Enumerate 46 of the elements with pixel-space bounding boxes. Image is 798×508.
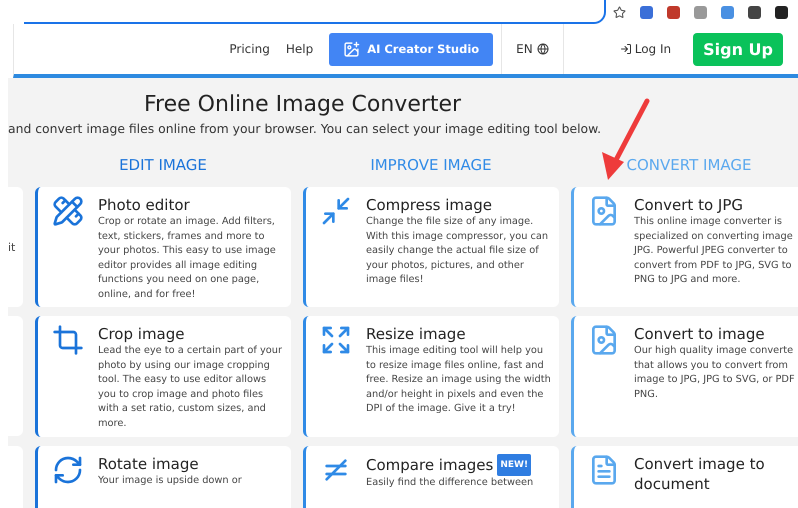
card-description: Your image is upside down or: [98, 474, 242, 488]
card-description: Lead the eye to a certain part of your photo by using our image cropping tool. The easy to use editor allows you to crop image and photo files with a set ratio, custom sizes, and more.: [98, 344, 283, 430]
card-title: Convert image to document: [634, 454, 766, 494]
card-title: Convert to JPG: [634, 195, 743, 215]
card-description: This image editing tool will help you to resize image files online, fast and free. Resize an image using the width and/or height in pixels and even the DPI of the image. Give it a try!: [366, 344, 552, 416]
category-heading[interactable]: EDIT IMAGE: [35, 156, 291, 178]
page-title: Free Online Image Converter: [143, 91, 462, 117]
ai-creator-button[interactable]: AI Creator Studio: [329, 32, 494, 66]
tool-card[interactable]: Crop image Lead the eye to a certain part of your photo by using our image cropping tool. The easy to use editor allows you to crop image and photo files with a set ratio, custom sizes, and more.: [35, 316, 291, 437]
tool-card[interactable]: Convert to image Our high quality image converte that allows you to convert from image to JPG, JPG to SVG, or PDF PNG.: [571, 316, 798, 437]
tool-card[interactable]: Rotate image Your image is upside down or: [35, 446, 291, 508]
tool-card[interactable]: Convert to JPG This online image converter is specialized on converting image JPG. Powerful JPEG converter to convert from PDF to JPG, SVG to PNG to JPG and more.: [571, 187, 798, 307]
card-description: Change the file size of any image. With this image compressor, you can easily change the actual file size of your photos, pictures, and other image files!: [366, 215, 550, 287]
image-plus-icon: [343, 40, 360, 58]
card-description: Crop or rotate an image. Add filters, text, stickers, frames and more to your photos. This easy to use image editor provides all image editing functions you need on one page, online, and for free!: [98, 215, 277, 302]
card-title: Convert to image: [634, 324, 765, 344]
card-title: Rotate image: [98, 454, 199, 474]
tool-card[interactable]: it: [8, 187, 23, 307]
language-selector[interactable]: EN: [501, 24, 564, 74]
tool-card[interactable]: Resize image This image editing tool will help you to resize image files online, fast and free. Resize an image using the width and/or height in pixels and even the DPI of the image. Give it a try!: [303, 316, 559, 437]
rotate-icon: [52, 454, 84, 486]
card-description: Easily find the difference between: [366, 476, 534, 490]
star-icon[interactable]: [613, 6, 626, 18]
page-subtitle: and convert image files online from your browser. You can select your image editing tool below.: [8, 121, 602, 136]
pencil-ruler-icon: [52, 195, 84, 227]
tool-card[interactable]: Compare images NEW! Easily find the difference between: [303, 446, 559, 508]
card-title: Photo editor: [98, 195, 190, 215]
card-description: This online image converter is specialized on converting image JPG. Powerful JPEG converter to convert from PDF to JPG, SVG to PNG to JPG and more.: [634, 215, 794, 287]
card-description: it: [8, 240, 16, 254]
card-title: Crop image: [98, 324, 184, 344]
tool-card[interactable]: Convert image to document: [571, 446, 798, 508]
login-arrow-icon: [620, 43, 632, 55]
new-badge: NEW!: [497, 454, 532, 476]
expand-arrows-icon: [320, 324, 352, 356]
crop-icon: [52, 324, 84, 356]
shrink-arrows-icon: [320, 195, 352, 227]
card-title: Compress image: [366, 195, 492, 215]
login-link[interactable]: Log In: [620, 42, 672, 56]
nav-link[interactable]: Help: [286, 42, 314, 56]
card-title: Compare images: [366, 455, 494, 475]
card-description: Our high quality image converte that allows you to convert from image to JPG, JPG to SVG, or PDF PNG.: [634, 344, 796, 402]
globe-icon: [536, 43, 549, 55]
tool-card[interactable]: Compress image Change the file size of any image. With this image compressor, you can easily change the actual file size of your photos, pictures, and other image files!: [303, 187, 559, 307]
nav-link[interactable]: Pricing: [229, 42, 270, 56]
tool-card[interactable]: [35, 187, 291, 307]
card-title: Resize image: [366, 324, 466, 344]
